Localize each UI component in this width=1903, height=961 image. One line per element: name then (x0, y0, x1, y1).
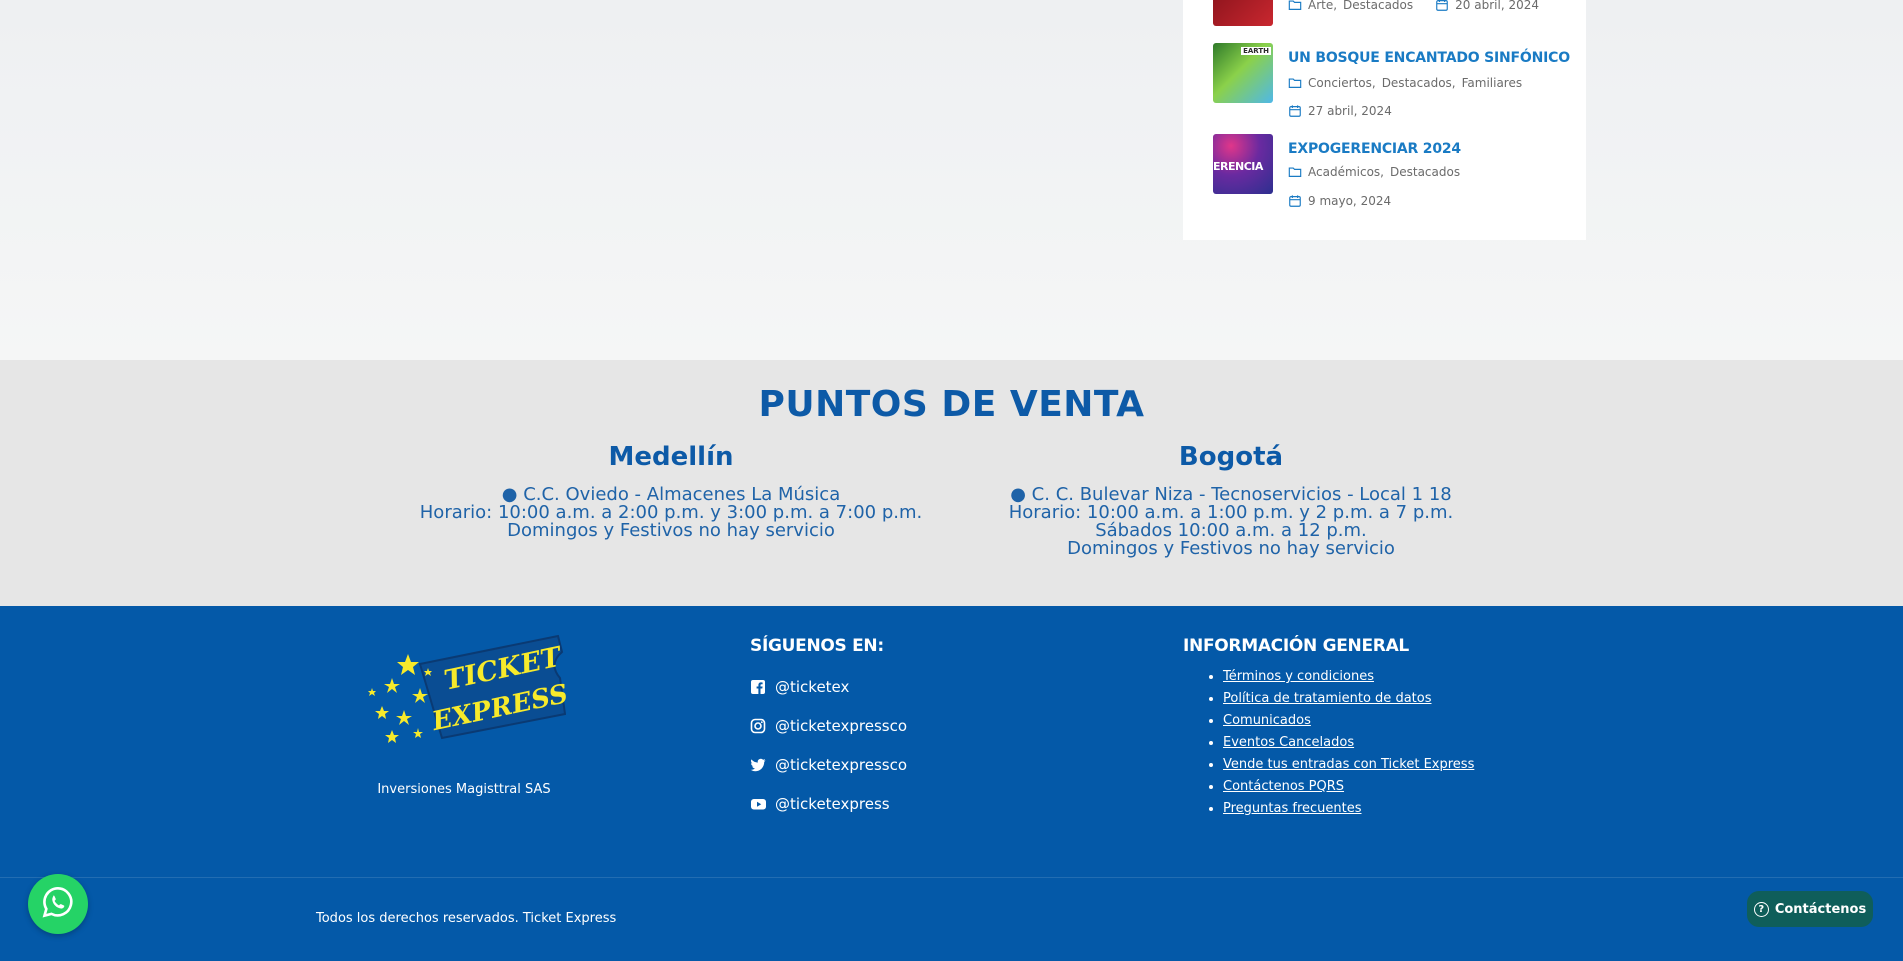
whatsapp-button[interactable] (28, 874, 88, 934)
list-item: Preguntas frecuentes (1223, 800, 1474, 822)
event-date-row: 27 abril, 2024 (1288, 104, 1392, 118)
twitter-icon (750, 757, 767, 774)
social-handle[interactable]: @ticketexpressco (775, 756, 907, 774)
event-category[interactable]: Familiares (1462, 76, 1523, 90)
section-title: PUNTOS DE VENTA (758, 384, 1145, 425)
social-link-youtube[interactable]: @ticketexpress (750, 795, 890, 813)
contact-button[interactable]: ? Contáctenos (1747, 891, 1873, 927)
list-item: Política de tratamiento de datos (1223, 690, 1474, 712)
content-area: Arte, Destacados 20 abril, 2024 EARTH UN… (0, 0, 1903, 360)
link-privacy-policy[interactable]: Política de tratamiento de datos (1223, 691, 1431, 706)
ticket-express-logo[interactable]: TICKET EXPRESS (362, 634, 571, 752)
help-icon: ? (1753, 901, 1769, 917)
link-sell-tickets[interactable]: Vende tus entradas con Ticket Express (1223, 757, 1474, 772)
city-name: Medellín (608, 442, 734, 472)
folder-icon (1288, 76, 1302, 90)
social-handle[interactable]: @ticketexpressco (775, 717, 907, 735)
link-cancelled-events[interactable]: Eventos Cancelados (1223, 735, 1354, 750)
list-item: Vende tus entradas con Ticket Express (1223, 756, 1474, 778)
event-date: 20 abril, 2024 (1455, 0, 1539, 12)
event-categories: Arte, Destacados 20 abril, 2024 (1288, 0, 1539, 12)
follow-title: SÍGUENOS EN: (750, 636, 884, 656)
event-categories: Conciertos, Destacados, Familiares (1288, 76, 1528, 90)
event-category[interactable]: Académicos, (1308, 165, 1384, 179)
calendar-icon (1288, 194, 1302, 208)
event-category[interactable]: Conciertos, (1308, 76, 1376, 90)
notice-line: Domingos y Festivos no hay servicio (1067, 538, 1395, 559)
event-date: 27 abril, 2024 (1308, 104, 1392, 118)
whatsapp-icon (39, 883, 77, 925)
social-link-facebook[interactable]: @ticketex (750, 678, 849, 696)
youtube-icon (750, 796, 767, 813)
contact-button-label: Contáctenos (1774, 901, 1867, 917)
event-categories: Académicos, Destacados (1288, 165, 1466, 179)
list-item: Contáctenos PQRS (1223, 778, 1474, 800)
event-date: 9 mayo, 2024 (1308, 194, 1392, 208)
event-thumbnail[interactable]: ERENCIA (1213, 134, 1273, 194)
event-thumbnail[interactable] (1213, 0, 1273, 26)
list-item: Eventos Cancelados (1223, 734, 1474, 756)
city-name: Bogotá (1178, 442, 1284, 472)
event-category[interactable]: Destacados, (1382, 76, 1456, 90)
event-title[interactable]: EXPOGERENCIAR 2024 (1288, 141, 1461, 157)
folder-icon (1288, 165, 1302, 179)
points-of-sale-section: PUNTOS DE VENTA Medellín ● C.C. Oviedo -… (0, 360, 1903, 606)
link-pqrs[interactable]: Contáctenos PQRS (1223, 779, 1344, 794)
social-link-twitter[interactable]: @ticketexpressco (750, 756, 907, 774)
list-item: Comunicados (1223, 712, 1474, 734)
social-handle[interactable]: @ticketex (775, 678, 849, 696)
info-links: Términos y condiciones Política de trata… (1205, 668, 1474, 822)
facebook-icon (750, 679, 767, 696)
event-title[interactable]: UN BOSQUE ENCANTADO SINFÓNICO (1288, 50, 1570, 66)
link-terms[interactable]: Términos y condiciones (1223, 669, 1374, 684)
event-thumbnail-text: ERENCIA (1213, 160, 1263, 173)
calendar-icon (1435, 0, 1449, 12)
recent-events-widget: Arte, Destacados 20 abril, 2024 EARTH UN… (1183, 0, 1586, 240)
copyright-text: Todos los derechos reservados. Ticket Ex… (316, 911, 617, 926)
city-medellin: Medellín ● C.C. Oviedo - Almacenes La Mú… (371, 442, 971, 540)
link-announcements[interactable]: Comunicados (1223, 713, 1311, 728)
event-date-row: 9 mayo, 2024 (1288, 194, 1391, 208)
event-category[interactable]: Destacados (1343, 0, 1413, 12)
social-handle[interactable]: @ticketexpress (775, 795, 890, 813)
footer-divider (0, 877, 1903, 878)
company-name: Inversiones Magisttral SAS (377, 782, 551, 797)
event-thumbnail[interactable]: EARTH (1213, 43, 1273, 103)
folder-icon (1288, 0, 1302, 12)
social-link-instagram[interactable]: @ticketexpressco (750, 717, 907, 735)
calendar-icon (1288, 104, 1302, 118)
instagram-icon (750, 718, 767, 735)
event-category[interactable]: Destacados (1390, 165, 1460, 179)
site-footer: TICKET EXPRESS Inversiones Magisttral SA… (0, 606, 1903, 961)
list-item: Términos y condiciones (1223, 668, 1474, 690)
notice-line: Domingos y Festivos no hay servicio (507, 520, 835, 541)
event-category[interactable]: Arte, (1308, 0, 1337, 12)
city-bogota: Bogotá ● C. C. Bulevar Niza - Tecnoservi… (931, 442, 1531, 558)
info-title: INFORMACIÓN GENERAL (1183, 636, 1409, 656)
link-faq[interactable]: Preguntas frecuentes (1223, 801, 1362, 816)
